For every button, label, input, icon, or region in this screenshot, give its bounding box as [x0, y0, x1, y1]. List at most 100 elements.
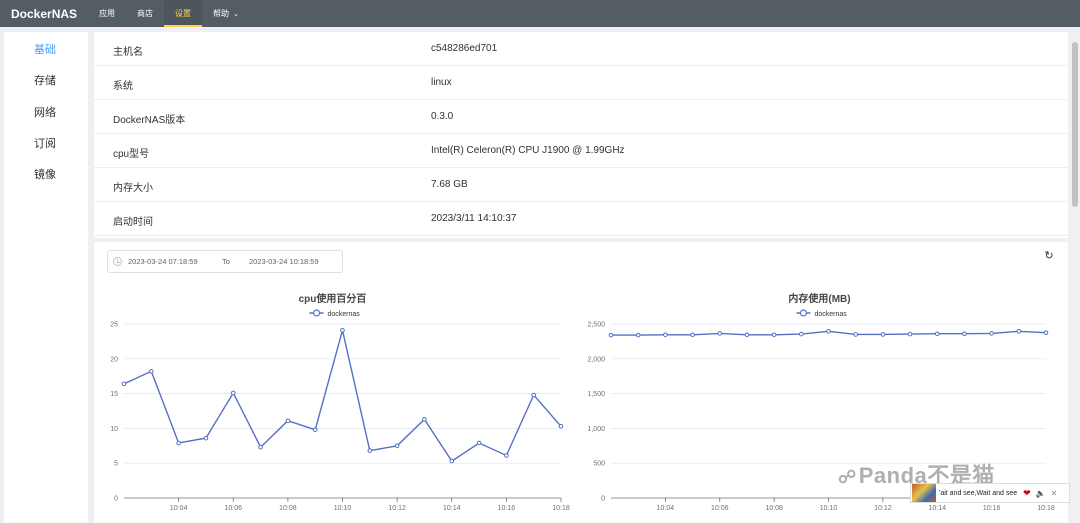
- data-point: [989, 331, 994, 336]
- info-key: 启动时间: [113, 217, 153, 228]
- nav-item-apps[interactable]: 应用: [88, 0, 126, 27]
- x-tick-label: 10:04: [657, 505, 675, 512]
- page-scrollbar[interactable]: [1070, 32, 1080, 523]
- table-row: 启动时间 2023/3/11 14:10:37: [94, 202, 1068, 236]
- brand-logo[interactable]: DockerNAS: [0, 7, 88, 21]
- wechat-icon: ☍: [838, 467, 857, 487]
- data-point: [826, 329, 831, 334]
- data-point: [771, 332, 777, 338]
- data-point: [907, 331, 913, 337]
- data-point: [962, 331, 967, 337]
- data-point: [1016, 329, 1022, 334]
- table-row: 系统 linux: [94, 66, 1068, 100]
- legend-marker: [799, 309, 808, 317]
- legend-marker: [312, 309, 321, 317]
- system-info-table: 主机名 c548286ed701 系统 linux DockerNAS版本 0.…: [94, 32, 1068, 238]
- data-point: [149, 369, 154, 374]
- chart-title: cpu使用百分百: [299, 292, 367, 305]
- scrollbar-thumb[interactable]: [1072, 42, 1078, 207]
- data-point: [121, 381, 127, 387]
- volume-icon[interactable]: 🔈: [1036, 489, 1046, 498]
- x-tick-label: 10:04: [170, 505, 188, 512]
- series-line: [123, 330, 562, 463]
- data-point: [880, 332, 886, 337]
- y-tick-label: 1,000: [587, 426, 605, 433]
- y-tick-label: 2,000: [587, 356, 605, 363]
- data-point: [203, 435, 209, 441]
- song-caption: 'ait and see,Wait and see: [939, 489, 1018, 497]
- sidebar-item-subscription[interactable]: 订阅: [34, 135, 56, 151]
- info-value: Intel(R) Celeron(R) CPU J1900 @ 1.99GHz: [431, 145, 625, 156]
- table-row: DockerNAS版本 0.3.0: [94, 100, 1068, 134]
- data-point: [934, 331, 940, 337]
- x-tick-label: 10:08: [765, 505, 783, 512]
- data-point: [340, 327, 345, 333]
- data-point: [608, 332, 614, 338]
- data-point: [449, 458, 455, 464]
- info-key: 系统: [113, 81, 133, 92]
- sidebar-item-storage[interactable]: 存储: [34, 72, 56, 88]
- data-point: [690, 332, 695, 338]
- info-key: cpu型号: [113, 149, 150, 160]
- nav-item-settings[interactable]: 设置: [164, 0, 202, 27]
- info-value: 7.68 GB: [431, 179, 468, 190]
- data-point: [531, 392, 536, 398]
- data-point: [367, 448, 373, 453]
- date-range-picker[interactable]: 2023-03-24 07:18:59 To 2023-03-24 10:18:…: [107, 250, 343, 273]
- table-row: 内存大小 7.68 GB: [94, 168, 1068, 202]
- chevron-down-icon: ⌄: [233, 11, 239, 18]
- data-point: [635, 332, 641, 338]
- data-point: [558, 424, 564, 429]
- legend-label: dockernas: [815, 311, 848, 318]
- nav-item-store[interactable]: 商店: [126, 0, 164, 27]
- x-tick-label: 10:10: [820, 505, 838, 512]
- close-icon[interactable]: ✕: [1051, 489, 1058, 498]
- nav-item-label: 商店: [137, 9, 153, 18]
- y-tick-label: 1,500: [587, 391, 605, 398]
- y-tick-label: 10: [110, 426, 118, 433]
- nav-item-label: 帮助: [213, 9, 229, 18]
- table-row: 主机名 c548286ed701: [94, 32, 1068, 66]
- x-tick-label: 10:08: [279, 505, 297, 512]
- y-tick-label: 0: [114, 496, 118, 503]
- data-point: [422, 417, 427, 422]
- data-point: [1043, 330, 1049, 336]
- x-tick-label: 10:16: [498, 505, 516, 512]
- x-tick-label: 10:14: [443, 505, 461, 512]
- info-key: DockerNAS版本: [113, 115, 186, 126]
- range-end-input[interactable]: 2023-03-24 10:18:59: [249, 257, 319, 266]
- heart-icon[interactable]: ❤: [1023, 488, 1031, 499]
- refresh-icon[interactable]: ↻: [1043, 250, 1055, 262]
- sidebar-item-image[interactable]: 镜像: [34, 166, 56, 182]
- data-point: [258, 444, 263, 450]
- data-point: [504, 453, 509, 458]
- y-tick-label: 2,500: [587, 322, 605, 329]
- x-tick-label: 10:06: [711, 505, 729, 512]
- y-tick-label: 0: [601, 496, 605, 503]
- nav-item-label: 设置: [175, 9, 191, 18]
- y-tick-label: 5: [114, 461, 118, 468]
- data-point: [799, 331, 804, 337]
- music-mini-player[interactable]: 'ait and see,Wait and see ❤ 🔈 ✕: [910, 483, 1070, 503]
- legend-label: dockernas: [328, 311, 361, 318]
- y-tick-label: 25: [110, 322, 118, 329]
- data-point: [312, 427, 318, 433]
- cpu-usage-chart: cpu使用百分百 dockernas 0 5 10 15 20 25 10:04 10:06 10:…: [110, 292, 570, 512]
- nav-item-help[interactable]: 帮助 ⌄: [202, 0, 250, 27]
- data-point: [176, 440, 181, 446]
- info-value: linux: [431, 77, 452, 88]
- x-tick-label: 10:12: [874, 505, 892, 512]
- album-thumbnail: [912, 484, 936, 502]
- sidebar-item-basic[interactable]: 基础: [34, 41, 56, 57]
- range-start-input[interactable]: 2023-03-24 07:18:59: [128, 257, 198, 266]
- y-tick-label: 15: [110, 391, 118, 398]
- x-tick-label: 10:12: [388, 505, 406, 512]
- x-tick-label: 10:06: [224, 505, 242, 512]
- data-point: [230, 390, 236, 396]
- sidebar-item-network[interactable]: 网络: [34, 104, 56, 120]
- chart-title: 内存使用(MB): [788, 292, 850, 305]
- top-navbar: DockerNAS 应用 商店 设置 帮助 ⌄: [0, 0, 1080, 27]
- data-point: [285, 418, 291, 424]
- info-value: c548286ed701: [431, 43, 498, 54]
- x-tick-label: 10:18: [552, 505, 570, 512]
